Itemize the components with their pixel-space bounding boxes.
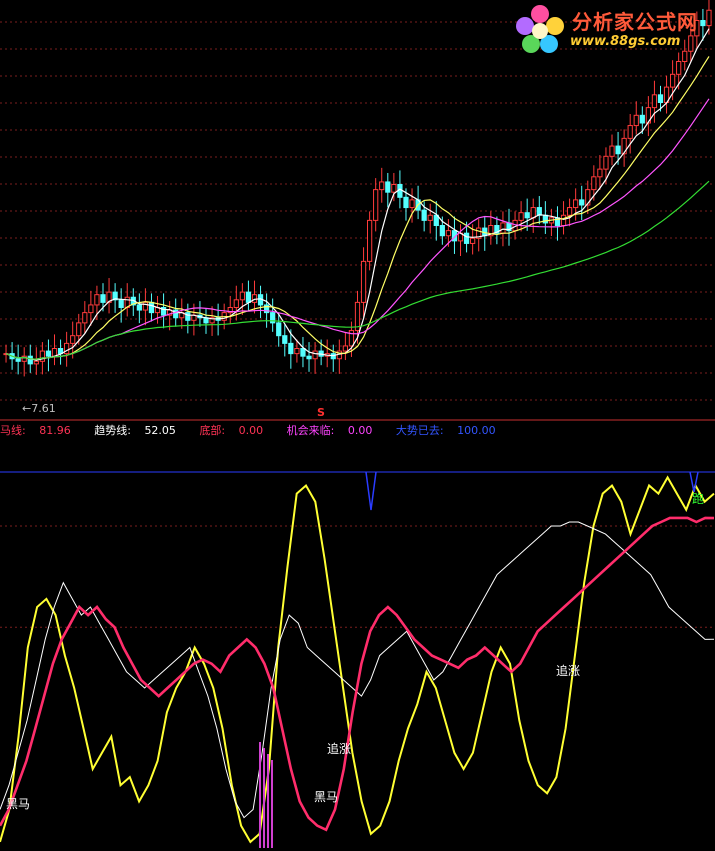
candle-body [366, 219, 373, 262]
candle-body [439, 225, 445, 237]
candle-body [45, 350, 52, 357]
candle-body [148, 301, 155, 314]
candle-body [342, 345, 349, 352]
candle-body [566, 207, 573, 216]
candle-body [142, 301, 149, 311]
annotation-black-horse-left: 黑马 [6, 797, 31, 811]
candle-body [591, 176, 597, 191]
candle-body [669, 73, 676, 88]
legend-trend-label: 趋势线: [94, 424, 131, 437]
candle-body [233, 299, 239, 308]
candle-body [560, 214, 567, 226]
low-price-label: ←7.61 [22, 402, 56, 415]
candle-body [282, 335, 288, 344]
candle-body [94, 294, 100, 306]
legend-trend-over-label: 大势已去: [395, 424, 444, 437]
candle-body [633, 114, 639, 127]
candle-body [379, 181, 385, 191]
candle-body [391, 184, 397, 193]
legend-trend-value: 52.05 [144, 424, 176, 437]
candle-body [136, 304, 142, 311]
legend-chance-value: 0.00 [347, 424, 373, 437]
candle-body [360, 260, 367, 303]
candle-body [118, 299, 124, 308]
annotation-chase-right: 追涨 [556, 664, 581, 678]
trend-over-spike [365, 471, 377, 511]
indicator-series-line [0, 475, 715, 844]
candle-body [657, 94, 664, 103]
candle-body [615, 145, 621, 155]
candle-body [597, 168, 603, 178]
legend-item-chance: 机会来临: 0.00 [287, 424, 383, 437]
candle-body [51, 348, 58, 357]
candle-body [463, 232, 470, 244]
candle-body [609, 145, 615, 157]
candle-body [276, 322, 282, 337]
candle-body [251, 294, 258, 303]
candle-body [100, 294, 106, 303]
candle-body [579, 199, 585, 206]
legend-trend-over-value: 100.00 [457, 424, 496, 437]
candle-body [470, 237, 476, 244]
candle-body [651, 94, 658, 109]
candle-body [70, 335, 76, 344]
logo-title: 分析家公式网 [572, 10, 698, 34]
candle-body [239, 291, 245, 301]
candle-body [373, 189, 379, 221]
candle-body [639, 114, 645, 124]
site-logo: 分析家公式网 www.88gs.com [512, 2, 712, 58]
legend-chance-label: 机会来临: [286, 424, 335, 437]
candle-body [427, 214, 433, 221]
candle-body [306, 355, 312, 360]
candle-body [676, 61, 682, 75]
indicator-grid [0, 525, 715, 628]
candle-body [518, 212, 524, 221]
candle-body [312, 350, 318, 360]
legend-bottom-value: 0.00 [238, 424, 264, 437]
candle-body [573, 199, 579, 209]
candle-body [27, 355, 33, 365]
candle-body [245, 291, 252, 303]
candle-body [627, 125, 633, 139]
candle-body [385, 181, 391, 193]
candle-body [403, 196, 409, 209]
candle-body [15, 358, 21, 362]
candle-body [33, 360, 39, 365]
legend-item-ma: 马线: 81.96 [0, 424, 81, 437]
candle-body [300, 348, 306, 357]
candle-body [88, 304, 94, 314]
legend-ma-value: 81.96 [39, 424, 71, 437]
legend-item-trend-over: 大势已去: 100.00 [396, 424, 506, 437]
flower-icon [516, 5, 564, 53]
candle-body [500, 222, 506, 234]
indicator-legend: 马线: 81.96 趋势线: 52.05 底部: 0.00 机会来临: 0.00… [0, 422, 516, 438]
signal-marker: S [317, 406, 325, 419]
candle-body [409, 199, 415, 209]
candle-body [288, 342, 294, 355]
candle-body [185, 312, 191, 321]
annotation-chase-mid: 追涨 [327, 742, 352, 756]
legend-item-bottom: 底部: 0.00 [199, 424, 273, 437]
legend-ma-label: 马线: [0, 424, 26, 437]
annotation-run-right: 跑 [692, 492, 705, 506]
annotation-black-horse-mid: 黑马 [314, 790, 339, 804]
candle-body [445, 230, 452, 237]
stock-chart: 分析家公式网 www.88gs.com ←7.61 S 马线: 81.96 趋势… [0, 0, 715, 851]
candle-body [524, 212, 530, 219]
legend-item-trend: 趋势线: 52.05 [94, 424, 186, 437]
candle-body [530, 207, 536, 219]
candle-body [82, 312, 88, 324]
legend-bottom-label: 底部: [199, 424, 226, 437]
indicator-series-line [0, 516, 715, 832]
logo-url: www.88gs.com [570, 34, 681, 49]
candle-body [421, 209, 427, 221]
candle-body [76, 322, 82, 337]
candle-body [294, 348, 300, 355]
candle-body [603, 155, 609, 170]
indicator-lines [0, 475, 715, 844]
low-price-value: 7.61 [31, 402, 56, 415]
